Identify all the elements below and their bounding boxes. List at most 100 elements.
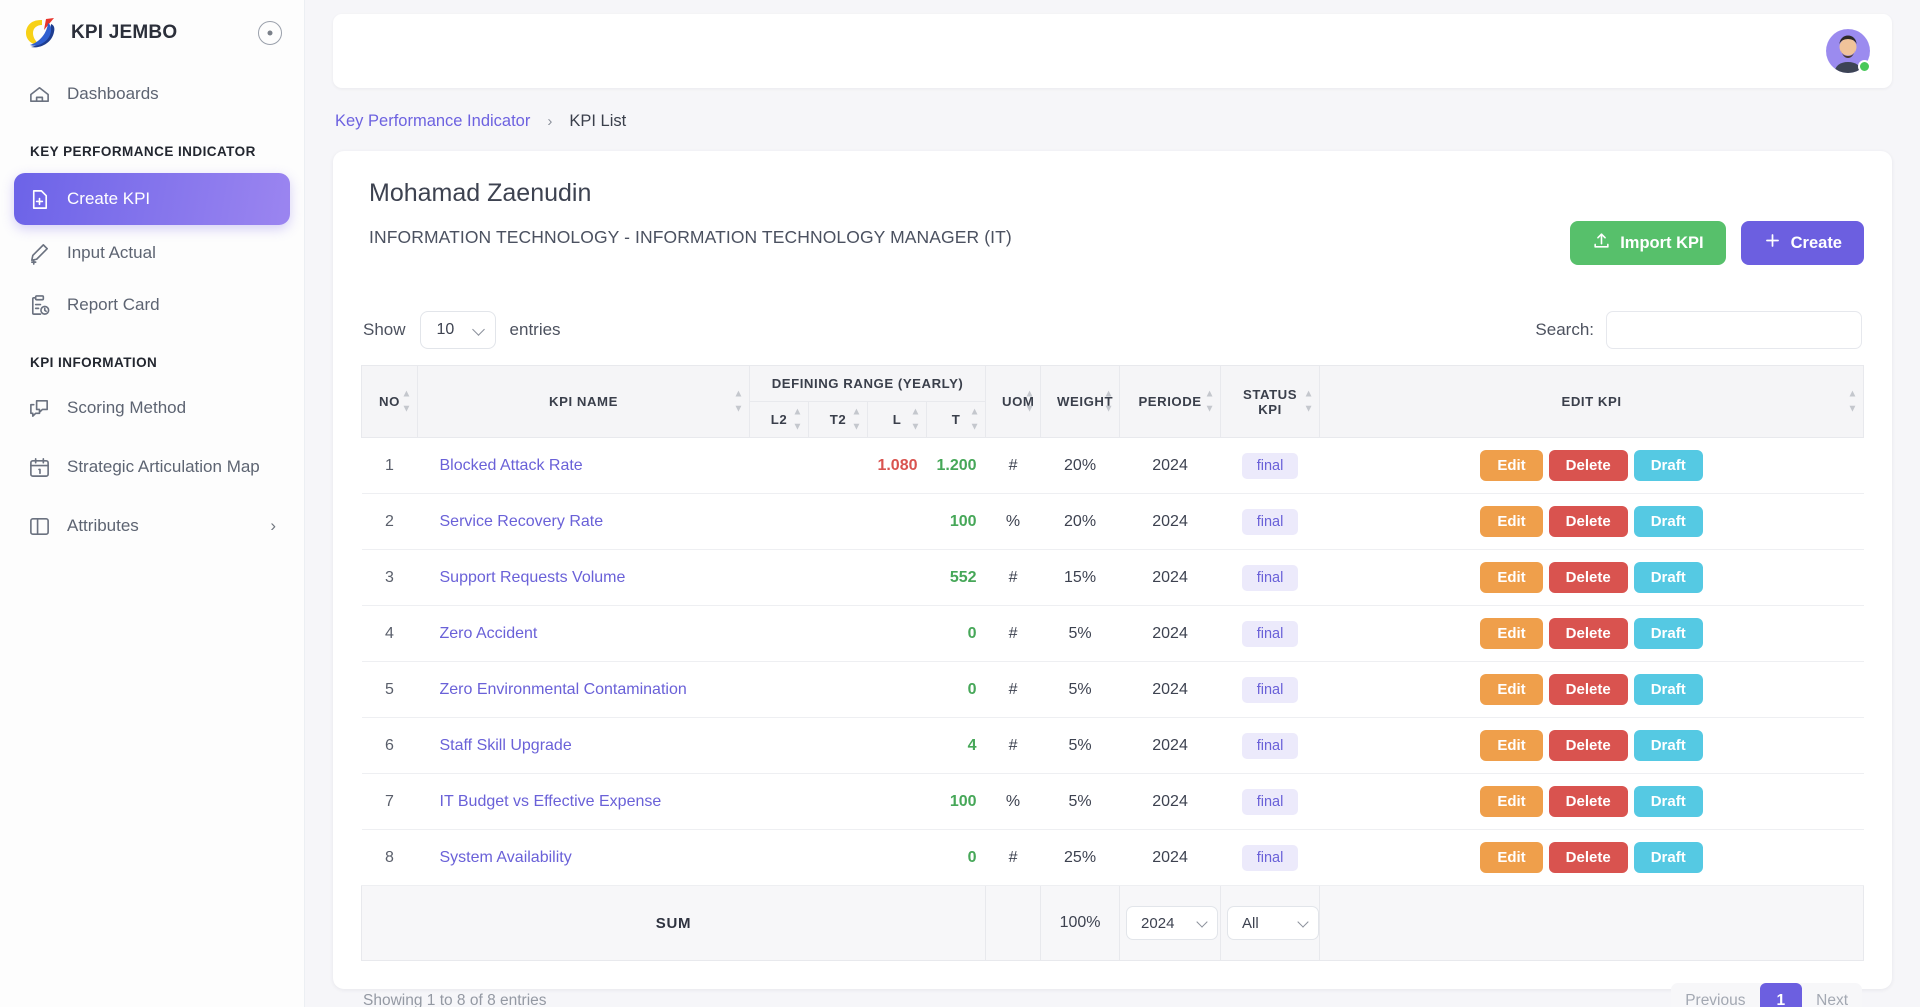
show-label: Show — [363, 320, 406, 339]
delete-button[interactable]: Delete — [1548, 786, 1628, 817]
col-edit-kpi[interactable]: EDIT KPI ▲ ▼ — [1319, 365, 1864, 438]
cell-uom: % — [985, 493, 1041, 550]
col-l[interactable]: L ▲ ▼ — [867, 401, 927, 438]
file-plus-icon — [28, 188, 51, 211]
pagination-next[interactable]: Next — [1802, 984, 1862, 1007]
cell-weight: 5% — [1040, 605, 1120, 662]
edit-button[interactable]: Edit — [1480, 618, 1543, 649]
employee-info: Mohamad Zaenudin INFORMATION TECHNOLOGY … — [361, 179, 1570, 248]
cell-periode: 2024 — [1119, 773, 1221, 830]
sidebar-item-strategic-articulation-map[interactable]: Strategic Articulation Map — [14, 436, 290, 498]
draft-button[interactable]: Draft — [1633, 730, 1703, 761]
delete-button[interactable]: Delete — [1548, 562, 1628, 593]
kpi-name-link[interactable]: Support Requests Volume — [417, 549, 750, 606]
sidebar-item-create-kpi[interactable]: Create KPI — [14, 173, 290, 225]
entries-label: entries — [509, 320, 561, 339]
cell-uom: # — [985, 829, 1041, 886]
sort-arrows-icon: ▲ ▼ — [851, 406, 862, 432]
col-weight[interactable]: WEIGHT ▲ ▼ — [1040, 365, 1121, 438]
kpi-name-link[interactable]: Blocked Attack Rate — [417, 437, 750, 494]
edit-button[interactable]: Edit — [1480, 562, 1543, 593]
col-kpi-name[interactable]: KPI NAME ▲ ▼ — [417, 365, 750, 438]
pagination-previous[interactable]: Previous — [1671, 984, 1759, 1007]
edit-button[interactable]: Edit — [1480, 450, 1543, 481]
delete-button[interactable]: Delete — [1548, 450, 1628, 481]
sort-arrows-icon: ▲ ▼ — [1303, 388, 1315, 414]
draft-button[interactable]: Draft — [1633, 786, 1703, 817]
kpi-name-link[interactable]: System Availability — [417, 829, 750, 886]
sidebar-item-input-actual[interactable]: Input Actual — [14, 229, 290, 277]
cell-weight: 5% — [1040, 773, 1120, 830]
cell-no: 4 — [361, 605, 418, 662]
entries-per-page-select[interactable]: 10 — [419, 311, 496, 349]
breadcrumb-parent[interactable]: Key Performance Indicator — [335, 112, 530, 131]
col-t-label: T — [951, 412, 961, 427]
cell-status: final — [1220, 773, 1320, 830]
kpi-name-link[interactable]: IT Budget vs Effective Expense — [417, 773, 750, 830]
delete-button[interactable]: Delete — [1548, 618, 1628, 649]
status-filter-cell: All — [1220, 885, 1321, 961]
cell-weight: 20% — [1040, 493, 1120, 550]
draft-button[interactable]: Draft — [1633, 450, 1703, 481]
upload-icon — [1592, 231, 1611, 255]
col-no[interactable]: NO ▲ ▼ — [361, 365, 418, 438]
sidebar-item-dashboards[interactable]: Dashboards — [14, 70, 290, 118]
cell-l2 — [749, 717, 809, 774]
cell-periode: 2024 — [1119, 493, 1221, 550]
edit-button[interactable]: Edit — [1480, 674, 1543, 705]
col-l-label: L — [892, 412, 902, 427]
sidebar-item-report-card[interactable]: Report Card — [14, 281, 290, 329]
sort-arrows-icon: ▲ ▼ — [969, 406, 981, 432]
status-filter-value: All — [1242, 914, 1259, 932]
import-kpi-button[interactable]: Import KPI — [1570, 221, 1726, 265]
draft-button[interactable]: Draft — [1633, 674, 1703, 705]
year-filter-select[interactable]: 2024 — [1126, 906, 1219, 940]
edit-button[interactable]: Edit — [1480, 786, 1543, 817]
status-badge: final — [1241, 564, 1299, 591]
sidebar-nav: Dashboards KEY PERFORMANCE INDICATOR Cre… — [0, 70, 304, 550]
kpi-name-link[interactable]: Service Recovery Rate — [417, 493, 750, 550]
table-body: 1 Blocked Attack Rate 1.080 1.200 #20% 2024 fi… — [361, 437, 1864, 886]
sidebar-item-attributes[interactable]: Attributes › — [14, 502, 290, 550]
plus-icon — [1763, 231, 1782, 255]
circle-dot-icon[interactable] — [258, 21, 282, 45]
kpi-list-card: Mohamad Zaenudin INFORMATION TECHNOLOGY … — [333, 151, 1892, 1007]
cell-no: 3 — [361, 549, 418, 606]
delete-button[interactable]: Delete — [1548, 730, 1628, 761]
delete-button[interactable]: Delete — [1548, 842, 1628, 873]
cell-actions: Edit Delete Draft — [1319, 437, 1864, 494]
status-filter-select[interactable]: All — [1227, 906, 1320, 940]
col-status-kpi[interactable]: STATUS KPI ▲ ▼ — [1220, 365, 1321, 438]
pagination-page-1[interactable]: 1 — [1759, 983, 1803, 1007]
col-l2[interactable]: L2 ▲ ▼ — [749, 401, 809, 438]
col-periode[interactable]: PERIODE ▲ ▼ — [1119, 365, 1222, 438]
draft-button[interactable]: Draft — [1633, 842, 1703, 873]
create-button[interactable]: Create — [1740, 221, 1864, 265]
sum-row: SUM 100% 2024 All — [360, 885, 1864, 961]
cell-t: 0 — [926, 661, 986, 718]
delete-button[interactable]: Delete — [1548, 506, 1628, 537]
draft-button[interactable]: Draft — [1633, 562, 1703, 593]
draft-button[interactable]: Draft — [1633, 618, 1703, 649]
edit-button[interactable]: Edit — [1480, 730, 1543, 761]
edit-button[interactable]: Edit — [1480, 506, 1543, 537]
sidebar-item-label: Strategic Articulation Map — [67, 457, 260, 477]
table-row: 1 Blocked Attack Rate 1.080 1.200 #20% 2024 fi… — [361, 437, 1864, 494]
cell-uom: # — [985, 717, 1041, 774]
kpi-name-link[interactable]: Zero Accident — [417, 605, 750, 662]
col-t2[interactable]: T2 ▲ ▼ — [808, 401, 868, 438]
avatar[interactable] — [1826, 29, 1871, 73]
edit-button[interactable]: Edit — [1480, 842, 1543, 873]
search-input[interactable] — [1606, 311, 1862, 349]
delete-button[interactable]: Delete — [1548, 674, 1628, 705]
col-uom[interactable]: UOM ▲ ▼ — [985, 365, 1042, 438]
cell-t2 — [808, 773, 868, 830]
draft-button[interactable]: Draft — [1633, 506, 1703, 537]
kpi-name-link[interactable]: Staff Skill Upgrade — [417, 717, 750, 774]
col-t[interactable]: T ▲ ▼ — [925, 401, 987, 438]
sidebar-item-scoring-method[interactable]: Scoring Method — [14, 384, 290, 432]
sidebar-item-label: Attributes — [67, 516, 139, 536]
sort-arrows-icon: ▲ ▼ — [910, 406, 921, 432]
cell-periode: 2024 — [1119, 717, 1221, 774]
kpi-name-link[interactable]: Zero Environmental Contamination — [417, 661, 750, 718]
